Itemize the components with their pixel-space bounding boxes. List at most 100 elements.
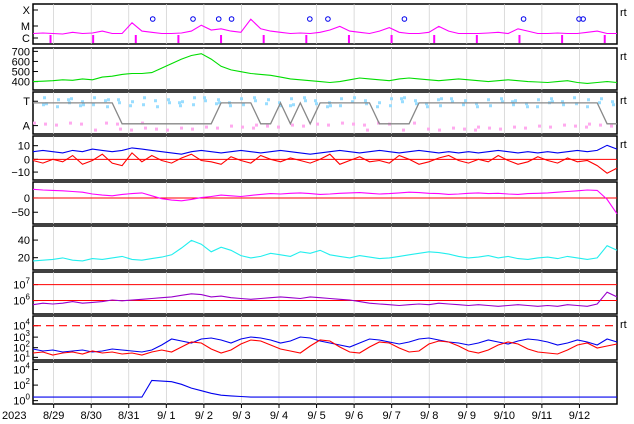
sector-dot (329, 104, 332, 108)
sector-dot (440, 97, 443, 101)
sector-dot (537, 98, 540, 102)
space-weather-chart-stack: 2023 XMCrt700600500400rtTArt100−10rt0−50… (0, 0, 634, 424)
date-tick-label: 9/ 9 (458, 410, 476, 422)
date-tick-label: 8/31 (118, 410, 139, 422)
y-tick-label: A (23, 121, 31, 133)
sector-dot (82, 103, 85, 107)
sector-dot (402, 128, 405, 132)
sector-dot (403, 96, 406, 100)
sector-dot (413, 121, 416, 125)
sector-dot (55, 123, 58, 127)
date-tick-label: 9/ 4 (270, 410, 288, 422)
sector-dot (104, 99, 107, 103)
date-tick-label: 9/ 3 (232, 410, 250, 422)
sector-dot (70, 97, 73, 101)
sector-dot (353, 96, 356, 100)
sector-dot (366, 128, 369, 132)
sector-dot (524, 126, 527, 130)
sector-dot (500, 97, 503, 101)
sector-dot (254, 99, 257, 103)
y-tick-label: 400 (12, 77, 30, 89)
sector-dot (339, 104, 342, 108)
date-tick-label: 9/ 8 (420, 410, 438, 422)
sector-dot (487, 98, 490, 102)
sector-dot (600, 97, 603, 101)
sector-dot (512, 103, 515, 107)
date-tick-label: 8/30 (81, 410, 102, 422)
sector-dot (44, 122, 47, 126)
sector-dot (80, 122, 83, 126)
sector-dot (499, 127, 502, 131)
sector-dot (154, 99, 157, 103)
sector-dot (401, 100, 404, 104)
date-tick-label: 9/ 5 (307, 410, 325, 422)
sector-dot (438, 128, 441, 132)
sector-dot (302, 124, 305, 128)
date-tick-label: 9/ 2 (195, 410, 213, 422)
y-tick-label: 20 (18, 253, 30, 265)
y-tick-label: 0 (24, 193, 30, 205)
sector-dot (290, 97, 293, 101)
sector-dot (265, 102, 268, 106)
sector-dot (33, 121, 36, 125)
sector-dot (240, 97, 243, 101)
sector-dot (550, 97, 553, 101)
sector-dot (42, 103, 45, 107)
sector-dot (277, 125, 280, 129)
sector-dot (191, 127, 194, 131)
sector-dot (427, 127, 430, 131)
date-tick-label: 9/ 6 (345, 410, 363, 422)
sector-dot (291, 123, 294, 127)
sector-dot (204, 99, 207, 103)
sector-dot (255, 123, 258, 127)
sector-dot (143, 96, 146, 100)
sector-dot (205, 125, 208, 129)
y-tick-label: 10 (18, 141, 30, 153)
sector-dot (378, 101, 381, 105)
sector-dot (573, 96, 576, 100)
sector-dot (364, 99, 367, 103)
sector-dot (215, 102, 218, 106)
sector-dot (316, 122, 319, 126)
sector-dot (389, 104, 392, 108)
sector-dot (69, 121, 72, 125)
sector-dot (241, 125, 244, 129)
sector-dot (538, 124, 541, 128)
sector-dot (304, 99, 307, 103)
realtime-marker: rt (620, 139, 627, 151)
sector-dot (462, 103, 465, 107)
realtime-marker: rt (620, 51, 627, 63)
date-tick-label: 9/ 7 (382, 410, 400, 422)
sector-dot (166, 128, 169, 132)
sector-dot (92, 103, 95, 107)
y-tick-label: X (23, 5, 31, 17)
sector-dot (563, 123, 566, 127)
sector-dot (400, 97, 403, 101)
sector-dot (549, 125, 552, 129)
sector-dot (390, 97, 393, 101)
sector-dot (599, 123, 602, 127)
sector-dot (192, 103, 195, 107)
sector-dot (155, 127, 158, 131)
realtime-marker: rt (620, 95, 627, 107)
sector-dot (464, 99, 467, 103)
sector-dot (476, 105, 479, 109)
sector-dot (586, 105, 589, 109)
sector-dot (587, 98, 590, 102)
y-tick-label: M (21, 21, 30, 33)
sector-dot (107, 98, 110, 102)
y-tick-label: C (22, 33, 30, 45)
sector-dot (303, 96, 306, 100)
date-tick-label: 9/10 (494, 410, 515, 422)
sector-dot (106, 105, 109, 109)
sector-dot (452, 126, 455, 130)
sector-dot (267, 98, 270, 102)
sector-dot (117, 98, 120, 102)
sector-dot (341, 121, 344, 125)
sector-dot (203, 96, 206, 100)
sector-dot (129, 104, 132, 108)
sector-dot (179, 104, 182, 108)
y-tick-label: −10 (11, 167, 30, 179)
sector-dot (289, 104, 292, 108)
sector-dot (513, 125, 516, 129)
